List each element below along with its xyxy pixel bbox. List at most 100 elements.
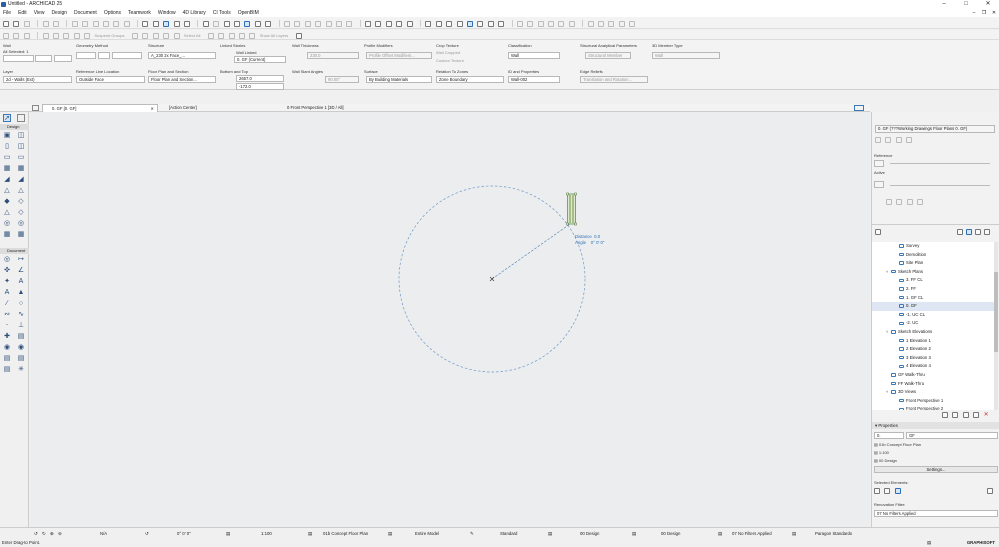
zone-tool-icon[interactable]: △	[3, 209, 11, 217]
structure-status-icon[interactable]: ▤	[632, 531, 636, 537]
view-map-item[interactable]: 4 Elevation 4	[872, 362, 996, 371]
morph-tool-icon[interactable]: ◆	[3, 198, 11, 206]
3d-style-icon[interactable]	[498, 20, 505, 27]
suspend-groups-label[interactable]: Suspend Groups	[95, 33, 125, 38]
structure-select[interactable]: A_230 2x Face_...	[148, 52, 216, 59]
align-icon[interactable]	[283, 20, 290, 27]
nav-clone-icon[interactable]	[895, 137, 902, 143]
spline-tool-icon[interactable]: ∿	[17, 311, 25, 319]
open-file-icon[interactable]	[13, 20, 20, 27]
interior-elevation-tool-icon[interactable]: ▤	[3, 355, 11, 363]
door-tool-icon[interactable]: ◫	[17, 132, 25, 140]
paste-icon[interactable]	[92, 20, 99, 27]
save-view-icon[interactable]	[952, 411, 959, 418]
pen-set-status-icon[interactable]: ✎	[470, 531, 474, 537]
document-section-header[interactable]: Document	[0, 248, 29, 254]
project-map-icon[interactable]	[957, 229, 963, 235]
grid-snap-icon[interactable]	[184, 20, 191, 27]
geometry-polygon-button[interactable]	[112, 52, 142, 59]
zoom-in-icon[interactable]	[587, 20, 594, 27]
view-map-item[interactable]: ˅ Sketch Plans	[872, 268, 996, 277]
menu-view[interactable]: View	[34, 10, 45, 16]
syringe-icon[interactable]	[123, 20, 130, 27]
tracker-angle-value[interactable]: 0° 0' 0"	[591, 240, 605, 245]
teamwork-icon[interactable]	[558, 20, 565, 27]
eraser-icon[interactable]	[23, 32, 30, 39]
layout-book-icon[interactable]	[548, 20, 555, 27]
trace-reset-icon[interactable]	[917, 199, 924, 205]
copy-icon[interactable]	[82, 20, 89, 27]
select-all-elements-icon[interactable]	[874, 488, 880, 494]
delete-view-icon[interactable]: ✕	[984, 412, 989, 418]
worksheet-tool-icon[interactable]: ▤	[17, 355, 25, 363]
floorplan-section-button[interactable]: Floor Plan and Section...	[148, 76, 216, 83]
cut-icon[interactable]	[71, 20, 78, 27]
view-map-item[interactable]: GF Walk-Thru	[872, 371, 996, 380]
layer-status-icon[interactable]: ▤	[548, 531, 552, 537]
resize-icon[interactable]	[335, 20, 342, 27]
model-view-status-icon[interactable]: ▤	[388, 531, 392, 537]
floor-plan-canvas[interactable]: Distance 0.0 Angle 0° 0' 0"	[30, 112, 870, 527]
menu-document[interactable]: Document	[74, 10, 97, 16]
view-map-item[interactable]: Survey	[872, 242, 996, 251]
prop-id-input[interactable]: 0.	[874, 432, 904, 439]
menu-window[interactable]: Window	[158, 10, 176, 16]
redo-icon[interactable]	[52, 20, 59, 27]
select-layer-icon[interactable]	[884, 488, 891, 494]
menu-4d-library[interactable]: 4D Library	[183, 10, 206, 16]
tab-action-center[interactable]: [Action Center]	[160, 104, 276, 112]
view-map-item[interactable]: -1. UC CL	[872, 311, 996, 320]
clone-view-icon[interactable]	[973, 411, 980, 418]
elevation-dimension-tool-icon[interactable]: ✦	[3, 278, 11, 286]
view-map-item[interactable]: Front Perspective 1	[872, 397, 996, 406]
publisher-sets-icon[interactable]	[984, 229, 990, 235]
wall-shape-button[interactable]	[54, 55, 72, 62]
undo-zoom-icon[interactable]: ↺	[34, 531, 38, 537]
marquee-icon[interactable]	[152, 20, 159, 27]
menu-ci-tools[interactable]: CI Tools	[213, 10, 231, 16]
nav-settings-icon[interactable]	[875, 137, 881, 143]
angle-dimension-tool-icon[interactable]: ∠	[17, 267, 25, 275]
change-tool-icon[interactable]: ✳	[17, 366, 25, 374]
doc-minimize-button[interactable]: –	[969, 9, 979, 17]
layer-combo-value[interactable]: 00 Design	[580, 531, 599, 536]
pin-icon[interactable]	[618, 20, 625, 27]
zoom-out-status-icon[interactable]: ⊖	[58, 531, 62, 537]
send-backward-icon[interactable]	[142, 32, 149, 39]
curtain-wall-tool-icon[interactable]: ▦	[17, 165, 25, 173]
undo-icon[interactable]	[42, 20, 49, 27]
group-icon[interactable]	[63, 32, 70, 39]
selected-wall[interactable]	[566, 192, 577, 226]
layer-combo-status-icon[interactable]: ▤	[308, 531, 312, 537]
section-icon[interactable]	[396, 20, 403, 27]
tracker-distance-value[interactable]: 0.0	[594, 234, 600, 239]
dimension-tool-icon[interactable]: ◎	[3, 256, 11, 264]
custom-texture-option[interactable]: Custom Texture	[436, 58, 464, 63]
detail-tool-icon[interactable]: ▤	[3, 366, 11, 374]
trace-rotate-icon[interactable]	[906, 199, 913, 205]
view-map-icon[interactable]	[966, 229, 972, 235]
nav-delete-icon[interactable]	[906, 137, 913, 143]
pan-icon[interactable]	[608, 20, 615, 27]
find-select-icon[interactable]	[446, 20, 453, 27]
viewpoint-field[interactable]: 0. GF (???Working Drawings Floor Plans 0…	[875, 125, 995, 133]
marquee-tool-icon[interactable]	[17, 114, 25, 122]
organizer-icon[interactable]	[527, 20, 534, 27]
eyedropper-icon[interactable]	[113, 20, 120, 27]
new-view-icon[interactable]	[942, 411, 948, 418]
home-story-select[interactable]: 0. GF (Current)	[234, 56, 286, 63]
menu-options[interactable]: Options	[104, 10, 121, 16]
tab-floor-plan[interactable]: 0. GF [0. GF] ✕	[42, 104, 158, 112]
doc-close-button[interactable]: ✕	[989, 9, 999, 17]
view-map-item[interactable]: 2. FF	[872, 285, 996, 294]
view-map-item[interactable]: ˅ 3D Views	[872, 388, 996, 397]
line-tool-icon[interactable]: ∕	[3, 300, 11, 308]
renovation-icon[interactable]	[456, 20, 463, 27]
show-selection-icon[interactable]	[987, 488, 993, 494]
delete-icon[interactable]	[233, 20, 240, 27]
wall-thickness-input[interactable]: 230.0	[307, 52, 359, 59]
fit-icon[interactable]	[375, 20, 382, 27]
profile-modifiers-button[interactable]: Profile Offset Modifiers...	[366, 52, 432, 59]
dimension-standard-value[interactable]: Paragon Standards	[815, 531, 852, 536]
show-all-layers-label[interactable]: Show All Layers	[260, 33, 288, 38]
